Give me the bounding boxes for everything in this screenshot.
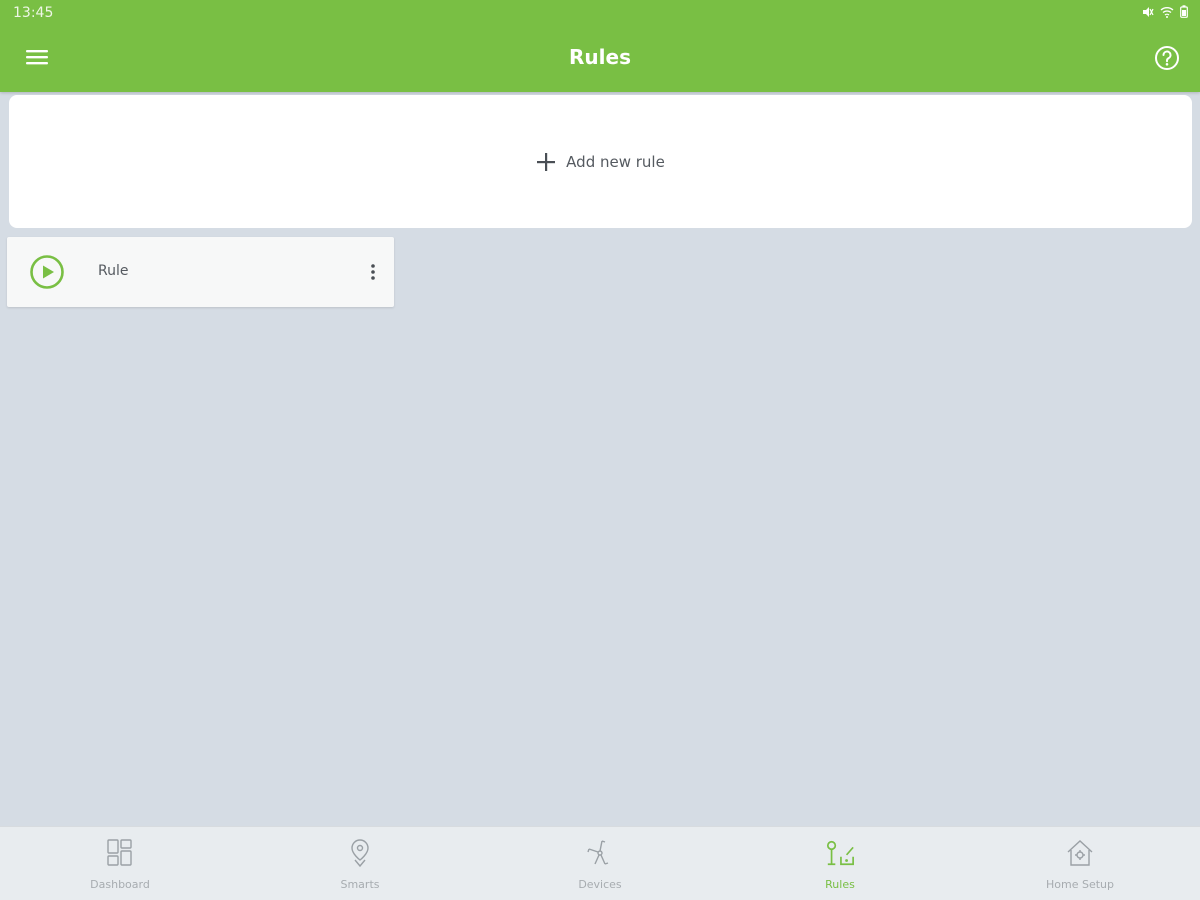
nav-item-devices[interactable]: Devices [480, 827, 720, 900]
status-bar: 13:45 [0, 0, 1200, 26]
more-vertical-icon [371, 264, 375, 280]
nav-item-home-setup[interactable]: Home Setup [960, 827, 1200, 900]
add-rule-label: Add new rule [566, 152, 665, 171]
rule-card[interactable]: Rule [7, 237, 394, 307]
nav-item-rules[interactable]: Rules [720, 827, 960, 900]
nav-label-home-setup: Home Setup [1046, 878, 1114, 891]
nav-label-smarts: Smarts [340, 878, 380, 891]
dashboard-icon [107, 839, 132, 866]
rules-icon [826, 840, 854, 866]
rule-more-button[interactable] [363, 259, 383, 285]
battery-icon [1180, 5, 1188, 18]
help-button[interactable] [1152, 43, 1182, 73]
bottom-navigation: Dashboard Smarts Devices Rules Home Setu… [0, 826, 1200, 900]
page-title: Rules [569, 45, 631, 69]
app-bar: 13:45 Rules [0, 0, 1200, 92]
mute-icon [1143, 6, 1154, 17]
status-icons [1142, 5, 1188, 18]
nav-item-dashboard[interactable]: Dashboard [0, 827, 240, 900]
nav-item-smarts[interactable]: Smarts [240, 827, 480, 900]
home-setup-icon [1067, 840, 1093, 866]
plus-icon [537, 152, 556, 171]
add-rule-button[interactable]: Add new rule [9, 95, 1192, 228]
smarts-icon [351, 839, 369, 868]
play-icon[interactable] [29, 254, 65, 290]
nav-label-devices: Devices [578, 878, 622, 891]
status-time: 13:45 [13, 5, 54, 21]
help-icon [1155, 46, 1179, 70]
nav-label-rules: Rules [825, 878, 855, 891]
devices-icon [587, 840, 609, 865]
wifi-icon [1160, 6, 1174, 18]
rule-name: Rule [98, 263, 129, 279]
nav-label-dashboard: Dashboard [90, 878, 150, 891]
